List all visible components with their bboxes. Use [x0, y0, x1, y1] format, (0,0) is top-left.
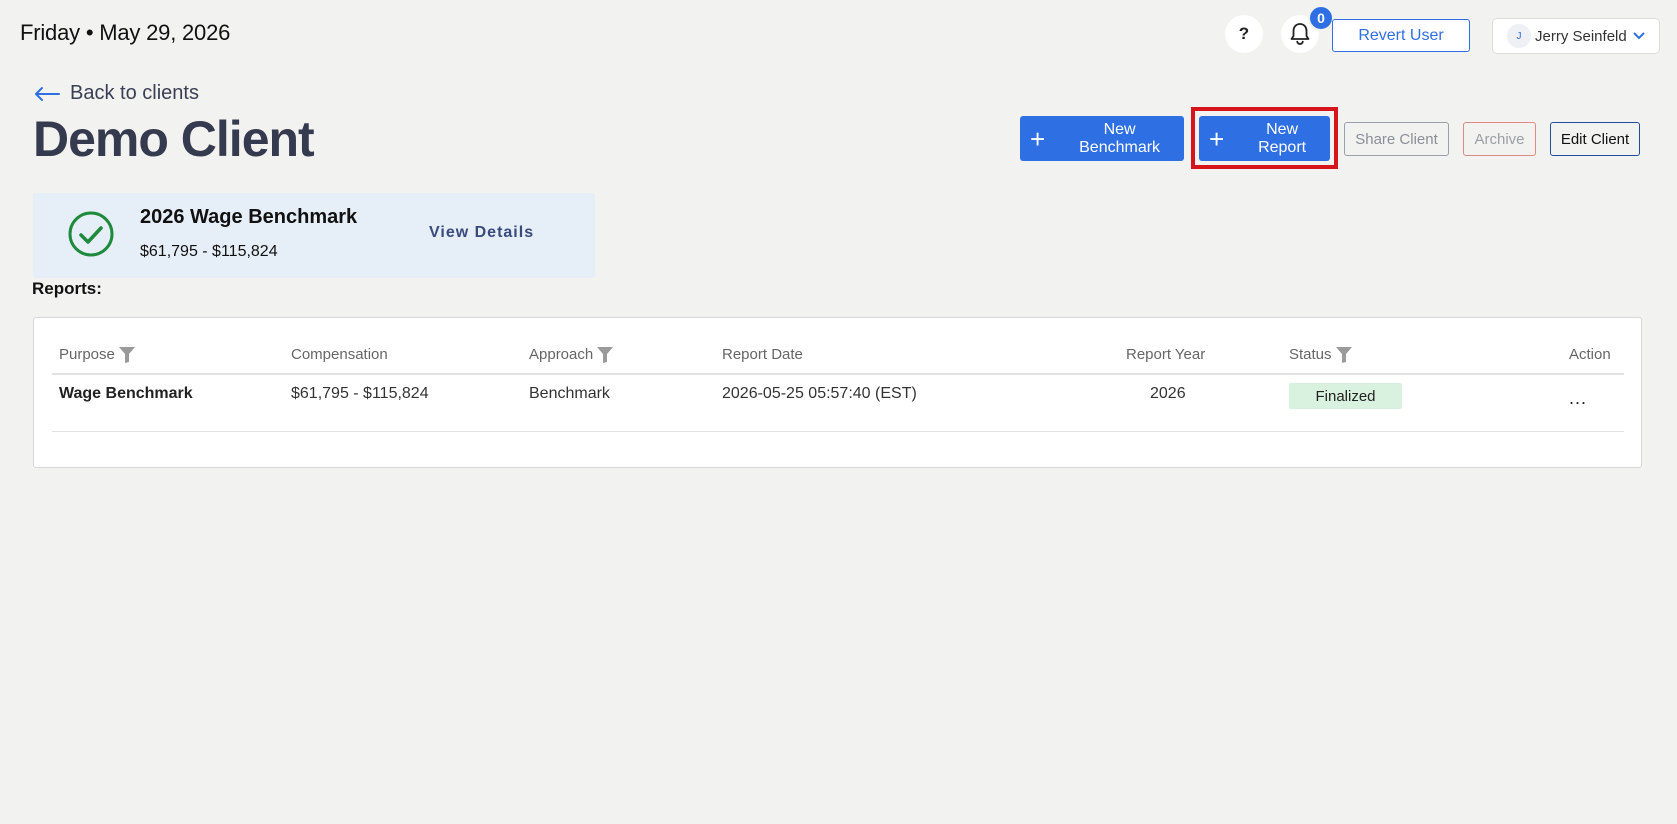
- row-action-menu[interactable]: ...: [1569, 388, 1587, 409]
- edit-client-button[interactable]: Edit Client: [1550, 122, 1640, 156]
- row-divider: [52, 431, 1624, 432]
- revert-user-button[interactable]: Revert User: [1332, 19, 1470, 52]
- help-button[interactable]: ?: [1225, 15, 1263, 53]
- bell-icon: [1289, 22, 1311, 46]
- column-header-approach[interactable]: Approach: [529, 346, 614, 363]
- check-circle-icon: [67, 210, 115, 263]
- filter-icon[interactable]: [118, 346, 135, 363]
- back-to-clients-link[interactable]: Back to clients: [34, 82, 199, 105]
- cell-approach: Benchmark: [529, 385, 610, 402]
- new-report-label: New Report: [1258, 120, 1307, 156]
- back-label: Back to clients: [70, 82, 199, 104]
- current-date: Friday • May 29, 2026: [20, 20, 231, 45]
- plus-icon: +: [1209, 123, 1225, 154]
- new-report-button[interactable]: + New Report: [1199, 116, 1330, 161]
- user-menu[interactable]: J Jerry Seinfeld: [1492, 18, 1660, 54]
- share-client-button[interactable]: Share Client: [1344, 122, 1449, 156]
- benchmark-card: 2026 Wage Benchmark $61,795 - $115,824 V…: [33, 193, 595, 278]
- column-header-action: Action: [1569, 346, 1611, 363]
- avatar: J: [1507, 24, 1531, 48]
- cell-compensation: $61,795 - $115,824: [291, 385, 429, 402]
- page-title: Demo Client: [33, 111, 315, 167]
- notification-count-badge: 0: [1308, 5, 1334, 31]
- header-divider: [52, 373, 1624, 375]
- archive-button[interactable]: Archive: [1463, 122, 1536, 156]
- help-label: ?: [1238, 24, 1250, 43]
- reports-table: Purpose Compensation Approach Report Dat…: [33, 317, 1642, 468]
- column-header-report-year: Report Year: [1126, 346, 1206, 363]
- column-header-report-date: Report Date: [722, 346, 803, 363]
- view-details-link[interactable]: View Details: [429, 224, 534, 242]
- reports-heading: Reports:: [32, 279, 102, 298]
- chevron-down-icon: [1633, 32, 1645, 40]
- new-benchmark-button[interactable]: + New Benchmark: [1020, 116, 1184, 161]
- user-name: Jerry Seinfeld: [1535, 27, 1627, 45]
- benchmark-title: 2026 Wage Benchmark: [140, 206, 358, 228]
- arrow-left-icon: [34, 86, 60, 102]
- filter-icon[interactable]: [1335, 346, 1352, 363]
- status-badge: Finalized: [1289, 383, 1402, 409]
- column-header-purpose[interactable]: Purpose: [59, 346, 135, 363]
- column-header-compensation: Compensation: [291, 346, 388, 363]
- cell-purpose: Wage Benchmark: [59, 385, 193, 402]
- column-header-status[interactable]: Status: [1289, 346, 1352, 363]
- cell-report-date: 2026-05-25 05:57:40 (EST): [722, 385, 917, 402]
- cell-report-year: 2026: [1150, 385, 1186, 402]
- new-benchmark-label: New Benchmark: [1079, 120, 1161, 156]
- filter-icon[interactable]: [597, 346, 614, 363]
- plus-icon: +: [1030, 123, 1046, 154]
- benchmark-range: $61,795 - $115,824: [140, 243, 278, 260]
